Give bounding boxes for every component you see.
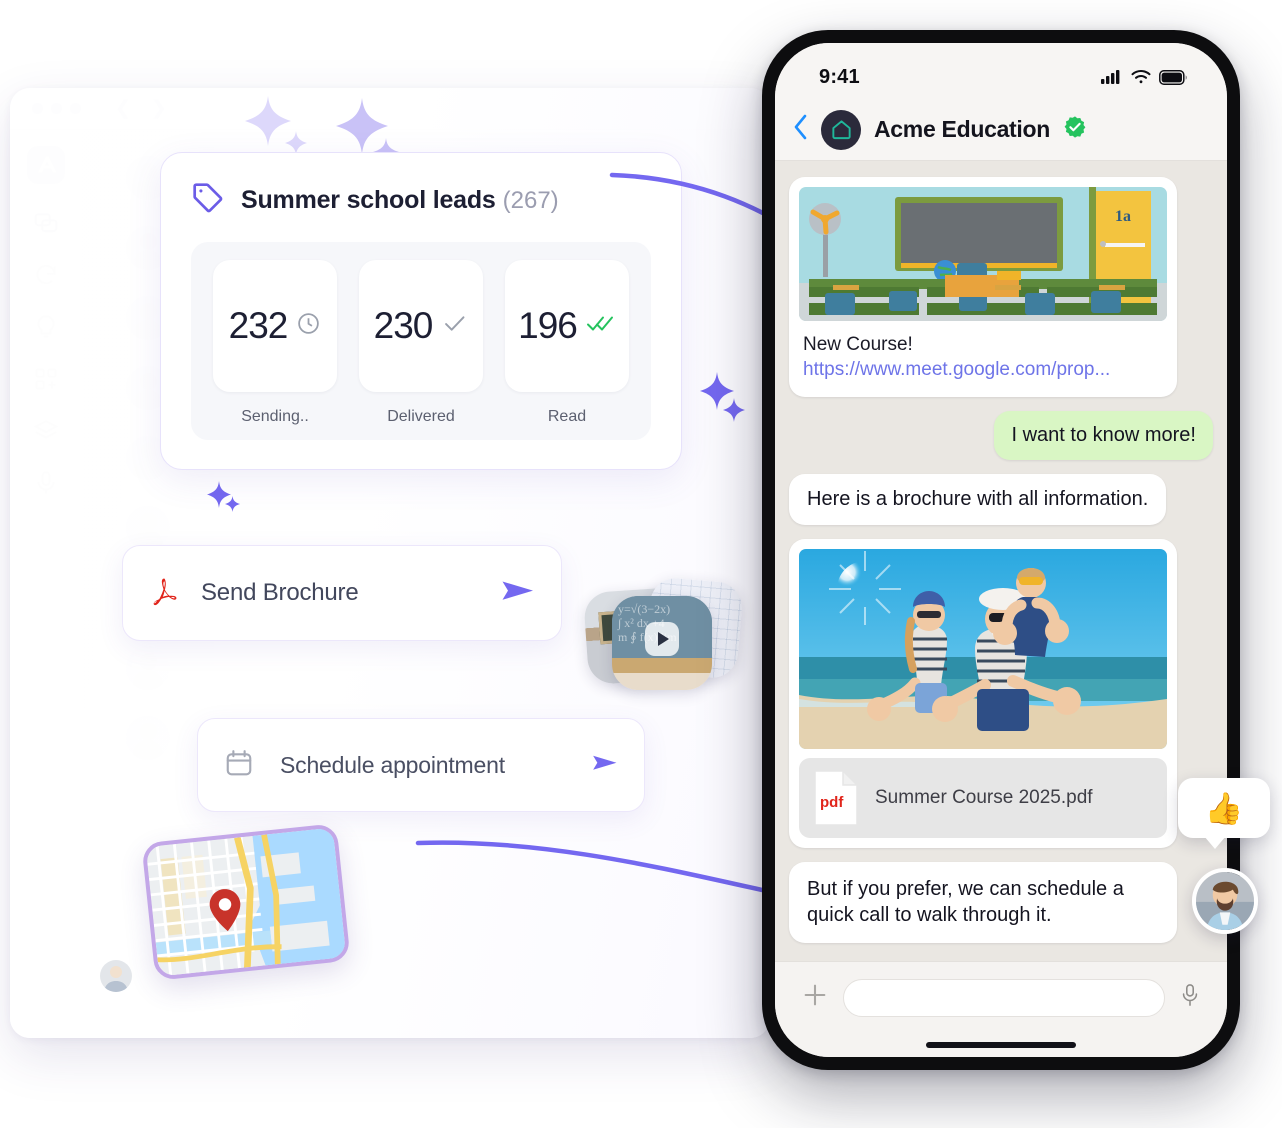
chat-header: Acme Education	[775, 99, 1227, 161]
message-list[interactable]: 1a New Course! https://www.meet.google.c…	[775, 161, 1227, 961]
battery-icon	[1159, 69, 1187, 85]
avatar	[100, 960, 132, 992]
family-beach-photo	[799, 549, 1167, 749]
double-check-icon	[586, 310, 616, 342]
svg-text:1a: 1a	[1115, 208, 1131, 225]
wifi-icon	[1131, 70, 1151, 84]
window-nav: ❮ ❯	[115, 97, 167, 120]
sidebar-item-conversations[interactable]	[33, 210, 59, 236]
phone-screen: 9:41 Acme Education 1a New Course! https…	[775, 43, 1227, 1057]
home-indicator-bar	[926, 1042, 1076, 1048]
pdf-file-icon: pdf	[813, 769, 859, 827]
stat-box: 196	[505, 260, 629, 392]
classroom-photo: 1a	[799, 187, 1167, 321]
campaign-stats-card: Summer school leads (267) 232 Sending.. 2…	[160, 152, 682, 470]
message-media-attachment[interactable]: pdf Summer Course 2025.pdf	[789, 539, 1177, 848]
stat-value: 230	[373, 305, 434, 346]
tag-icon	[191, 181, 225, 220]
map-graphic	[145, 827, 347, 979]
calendar-icon	[224, 748, 254, 783]
message-input[interactable]	[843, 978, 1165, 1017]
stat-sending: 232 Sending..	[213, 260, 337, 426]
stats-grid: 232 Sending.. 230 Delivered 196 Read	[191, 242, 651, 440]
home-brand-icon[interactable]	[821, 109, 861, 150]
stat-read: 196 Read	[505, 260, 629, 426]
chevron-left-icon[interactable]: ❮	[115, 97, 131, 120]
stats-title: Summer school leads	[241, 186, 496, 214]
plus-icon[interactable]	[801, 981, 829, 1014]
sidebar-item-integrations[interactable]	[33, 366, 59, 392]
list-item[interactable]	[126, 716, 170, 760]
sidebar-item-layers[interactable]	[33, 418, 59, 444]
thumbs-up-emoji: 👍	[1204, 790, 1244, 826]
svg-text:pdf: pdf	[820, 794, 844, 811]
app-logo-icon	[27, 146, 65, 184]
card-title: New Course!	[803, 334, 913, 355]
check-icon	[441, 310, 468, 342]
stat-value: 232	[228, 305, 289, 346]
message-bubble-outgoing[interactable]: I want to know more!	[994, 411, 1213, 460]
sidebar-item-sync[interactable]	[33, 262, 59, 288]
screenshot-stage: ❮ ❯ Summer school leads (267) 232 Sendin…	[0, 0, 1282, 1128]
window-maximize-button[interactable]	[70, 103, 81, 114]
list-item[interactable]	[126, 506, 170, 550]
play-icon[interactable]	[645, 622, 679, 657]
status-time: 9:41	[819, 65, 860, 88]
send-brochure-label: Send Brochure	[201, 579, 359, 606]
stats-header: Summer school leads (267)	[191, 181, 651, 220]
status-indicators	[1101, 69, 1187, 85]
window-minimize-button[interactable]	[51, 103, 62, 114]
stat-label: Delivered	[387, 408, 455, 425]
stat-label: Sending..	[241, 408, 309, 425]
stat-value: 196	[518, 305, 578, 346]
verified-badge-icon	[1063, 115, 1087, 144]
window-chrome: ❮ ❯	[10, 88, 770, 130]
stat-box: 230	[359, 260, 483, 392]
map-location-card[interactable]	[141, 823, 351, 981]
chevron-right-icon[interactable]: ❯	[151, 97, 167, 120]
pdf-attachment-row[interactable]: pdf Summer Course 2025.pdf	[799, 758, 1167, 838]
chevron-left-icon[interactable]	[793, 114, 808, 145]
chat-title: Acme Education	[874, 116, 1051, 142]
card-link[interactable]: https://www.meet.google.com/prop...	[803, 359, 1163, 381]
send-arrow-icon[interactable]	[501, 578, 535, 609]
clock-icon	[296, 311, 321, 341]
user-avatar-photo[interactable]	[1192, 868, 1258, 934]
reaction-bubble[interactable]: 👍	[1178, 778, 1270, 849]
adobe-pdf-icon	[149, 575, 179, 612]
media-attachment-cluster[interactable]: y=√(3−2x)∫ x² dx +4m ∮ f(x) lim	[562, 576, 745, 690]
sidebar-item-voice[interactable]	[33, 470, 59, 496]
blackboard-video-thumb[interactable]: y=√(3−2x)∫ x² dx +4m ∮ f(x) lim	[612, 596, 712, 690]
phone-mockup: 9:41 Acme Education 1a New Course! https…	[762, 30, 1240, 1070]
page-title: Summer school leads (267)	[241, 186, 559, 215]
stat-box: 232	[213, 260, 337, 392]
sidebar-rail	[10, 130, 82, 1038]
status-bar: 9:41	[775, 43, 1227, 99]
stats-count: (267)	[502, 187, 559, 214]
schedule-appointment-button[interactable]: Schedule appointment	[197, 718, 645, 812]
sidebar-item-insights[interactable]	[33, 314, 59, 340]
microphone-icon[interactable]	[1179, 982, 1201, 1013]
pdf-file-name: Summer Course 2025.pdf	[875, 787, 1093, 808]
send-arrow-icon[interactable]	[592, 753, 618, 778]
stat-delivered: 230 Delivered	[359, 260, 483, 426]
message-bubble-incoming[interactable]: Here is a brochure with all information.	[789, 474, 1167, 525]
stat-label: Read	[547, 408, 587, 425]
message-row-incoming: Here is a brochure with all information.	[789, 474, 1213, 525]
schedule-appointment-label: Schedule appointment	[280, 751, 505, 778]
window-close-button[interactable]	[32, 103, 43, 114]
send-brochure-button[interactable]: Send Brochure	[122, 545, 562, 641]
list-item[interactable]	[126, 646, 170, 690]
message-bubble-incoming[interactable]: But if you prefer, we can schedule a qui…	[789, 862, 1177, 943]
message-row-outgoing: I want to know more!	[789, 411, 1213, 460]
message-link-card[interactable]: 1a New Course! https://www.meet.google.c…	[789, 177, 1177, 397]
signal-bars-icon	[1101, 70, 1120, 84]
